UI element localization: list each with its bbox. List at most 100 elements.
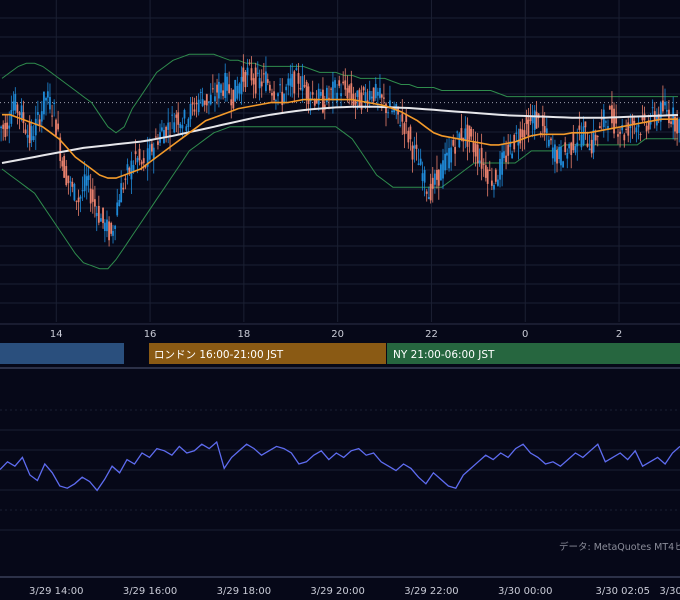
- candle-body: [277, 93, 279, 97]
- candle-body: [368, 90, 371, 100]
- candle-body: [209, 94, 212, 105]
- candle-body: [49, 97, 51, 110]
- candle-body: [623, 134, 626, 141]
- candle-body: [507, 144, 510, 156]
- candle-body: [293, 71, 296, 94]
- candle-body: [181, 125, 184, 129]
- candle-body: [376, 91, 379, 96]
- candle-body: [429, 183, 432, 201]
- time-x-tick: 3/30: [659, 586, 680, 597]
- candle-body: [112, 230, 114, 236]
- candle-body: [560, 146, 562, 166]
- candle-body: [578, 125, 581, 130]
- candle-body: [523, 130, 526, 138]
- candle-body: [415, 144, 418, 150]
- candle-body: [535, 111, 538, 129]
- candle-body: [639, 133, 642, 135]
- candle-body: [43, 91, 45, 115]
- candle-body: [380, 94, 383, 98]
- candle-body: [344, 80, 347, 90]
- candle-body: [505, 155, 507, 163]
- candle-body: [470, 128, 473, 137]
- candle-body: [6, 122, 9, 129]
- candle-body: [307, 86, 310, 105]
- candle-body: [26, 134, 29, 138]
- candle-body: [51, 115, 53, 117]
- candle-body: [608, 105, 611, 110]
- candle-body: [240, 76, 243, 95]
- candle-body: [468, 125, 471, 140]
- candle-body: [582, 126, 585, 145]
- candle-body: [57, 123, 60, 130]
- candle-body: [187, 118, 190, 128]
- candle-body: [67, 175, 70, 184]
- candle-body: [197, 99, 200, 113]
- candle-body: [95, 212, 98, 217]
- time-x-tick: 3/29 14:00: [29, 586, 83, 597]
- candle-body: [409, 126, 412, 140]
- candle-body: [448, 148, 450, 169]
- candle-body: [588, 148, 591, 151]
- candle-body: [8, 125, 11, 129]
- candle-body: [332, 81, 334, 99]
- candle-body: [189, 104, 192, 120]
- candle-body: [69, 181, 72, 183]
- candle-body: [32, 136, 35, 141]
- candle-body: [152, 147, 155, 159]
- candle-body: [590, 139, 593, 154]
- candle-body: [472, 142, 475, 153]
- candle-body: [130, 160, 133, 180]
- candle-body: [75, 200, 78, 202]
- candle-body: [446, 152, 448, 156]
- candle-body: [71, 181, 74, 187]
- candle-body: [236, 85, 239, 99]
- candle-body: [480, 147, 483, 169]
- candle-body: [218, 81, 220, 99]
- candle-body: [600, 118, 603, 120]
- candle-body: [151, 143, 153, 152]
- candle-body: [138, 148, 141, 161]
- candle-body: [617, 134, 619, 137]
- candle-body: [440, 164, 442, 181]
- candle-body: [256, 72, 259, 74]
- candle-body: [566, 152, 569, 159]
- candle-body: [275, 100, 277, 102]
- candle-body: [527, 119, 530, 137]
- candle-body: [126, 164, 129, 171]
- candle-body: [635, 127, 638, 133]
- candle-body: [458, 133, 461, 148]
- candle-body: [103, 222, 106, 232]
- candle-body: [160, 127, 163, 131]
- candle-body: [203, 100, 206, 105]
- candle-body: [450, 147, 453, 163]
- candle-body: [586, 143, 589, 147]
- candle-body: [299, 88, 302, 90]
- candle-body: [525, 116, 528, 124]
- candle-body: [83, 174, 86, 192]
- candle-body: [452, 139, 455, 146]
- candle-body: [474, 143, 477, 157]
- candle-body: [250, 68, 253, 81]
- candle-body: [350, 83, 353, 99]
- candle-body: [490, 180, 493, 186]
- candle-body: [629, 126, 632, 128]
- candle-body: [279, 84, 282, 86]
- candle-body: [476, 144, 479, 164]
- candle-body: [611, 105, 613, 124]
- candle-body: [65, 166, 68, 186]
- candle-body: [177, 112, 180, 125]
- candle-body: [444, 153, 447, 171]
- candle-body: [252, 78, 255, 85]
- candle-body: [291, 73, 294, 87]
- candle-body: [248, 62, 251, 64]
- candle-body: [584, 121, 587, 128]
- candle-body: [625, 128, 628, 130]
- candle-body: [61, 160, 64, 167]
- candle-body: [93, 199, 96, 207]
- candle-body: [619, 131, 621, 134]
- candle-body: [543, 126, 546, 133]
- candle-body: [319, 92, 322, 96]
- candle-body: [346, 88, 349, 99]
- candle-body: [558, 146, 561, 160]
- candle-body: [73, 183, 76, 201]
